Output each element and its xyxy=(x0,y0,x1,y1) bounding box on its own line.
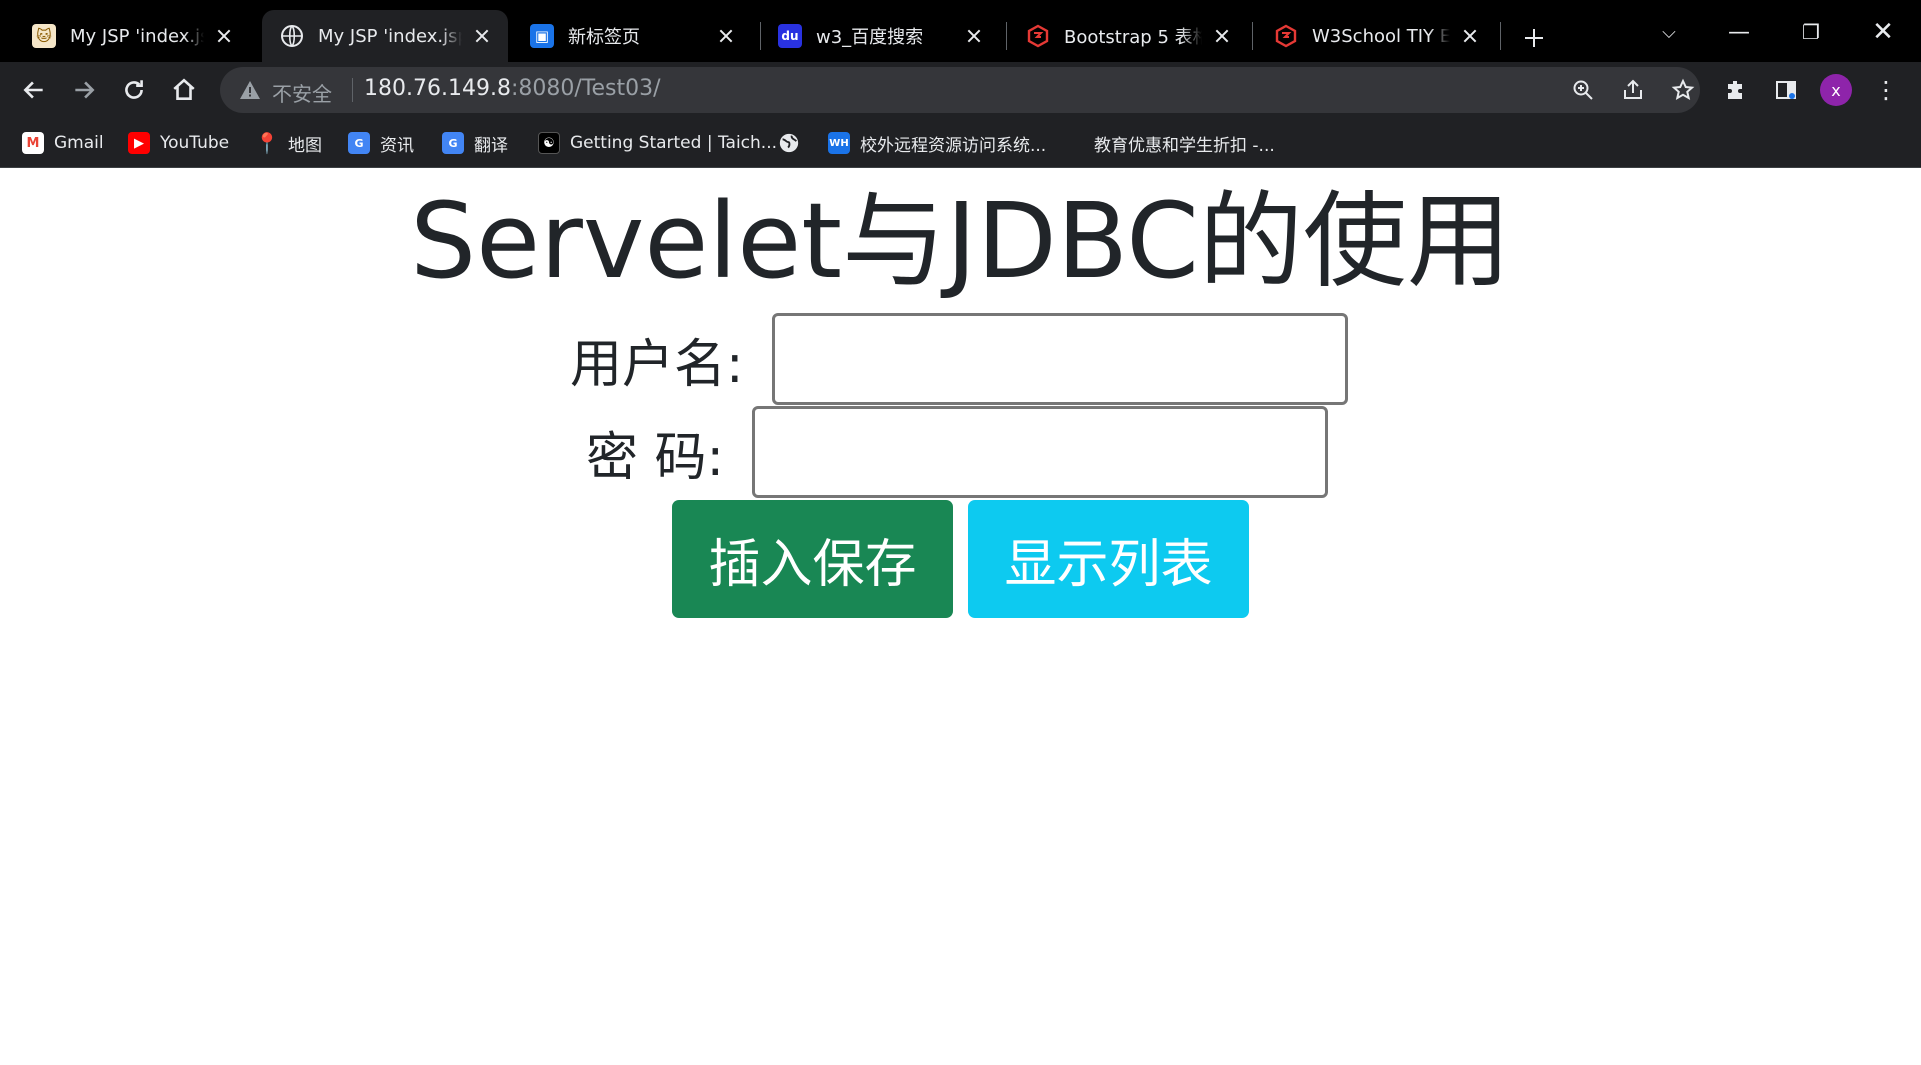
bookmark-taichi[interactable]: ☯ Getting Started | Taich... xyxy=(538,128,777,158)
insert-save-button[interactable]: 插入保存 xyxy=(672,500,953,618)
tab-bootstrap-table[interactable]: Bootstrap 5 表格 xyxy=(1008,10,1248,62)
tab-strip: 🐱 My JSP 'index.jsp' st My JSP 'index.js… xyxy=(0,0,1921,62)
tab-baidu-search[interactable]: du w3_百度搜索 xyxy=(760,10,1000,62)
close-window-icon[interactable]: ✕ xyxy=(1858,12,1908,52)
apple-icon xyxy=(1062,132,1084,154)
tab-title: My JSP 'index.jsp' st xyxy=(318,25,462,47)
taichi-icon: ☯ xyxy=(538,132,560,154)
restore-icon[interactable]: ❐ xyxy=(1786,12,1836,52)
bookmark-label: 地图 xyxy=(288,135,322,156)
tab-index-jsp-1[interactable]: 🐱 My JSP 'index.jsp' st xyxy=(14,10,250,62)
bookmark-label: 资讯 xyxy=(380,135,414,156)
browser-toolbar: 不安全 180.76.149.8:8080/Test03/ x ⋮ xyxy=(0,62,1921,118)
bookmark-remote-access[interactable]: WH 校外远程资源访问系统... xyxy=(828,128,1046,158)
close-tab-icon[interactable] xyxy=(212,24,236,48)
tab-separator xyxy=(1252,22,1253,50)
password-label: 密 码: xyxy=(586,427,725,488)
url-path: :8080/Test03/ xyxy=(510,76,661,101)
tab-new-tab[interactable]: ▣ 新标签页 xyxy=(512,10,752,62)
bookmark-gmail[interactable]: M Gmail xyxy=(22,128,104,158)
page-title: Servelet与JDBC的使用 xyxy=(410,180,1511,302)
address-bar[interactable]: 不安全 180.76.149.8:8080/Test03/ xyxy=(220,67,1700,113)
tab-title: Bootstrap 5 表格 xyxy=(1064,27,1202,48)
url-host: 180.76.149.8 xyxy=(364,76,511,101)
tab-w3school-tiy[interactable]: W3School TIY Edito xyxy=(1256,10,1496,62)
bookmark-maps[interactable]: 📍 地图 xyxy=(254,128,322,158)
globe-icon xyxy=(778,132,800,154)
bookmark-label: 教育优惠和学生折扣 -... xyxy=(1094,135,1275,156)
gmail-icon: M xyxy=(22,132,44,154)
bookmark-globe[interactable] xyxy=(778,128,810,158)
share-icon[interactable] xyxy=(1616,73,1650,107)
page-content: Servelet与JDBC的使用 用户名: 密 码: 插入保存 显示列表 xyxy=(0,169,1921,1065)
password-input[interactable] xyxy=(752,406,1329,498)
address-divider xyxy=(352,78,353,102)
back-arrow-icon[interactable] xyxy=(14,70,54,110)
translate-icon: G xyxy=(442,132,464,154)
bookmark-translate[interactable]: G 翻译 xyxy=(442,128,508,158)
tab-title: 新标签页 xyxy=(568,27,640,48)
bookmark-apple-edu[interactable]: 教育优惠和学生折扣 -... xyxy=(1062,128,1275,158)
url-text[interactable]: 180.76.149.8:8080/Test03/ xyxy=(364,76,661,101)
minimize-icon[interactable]: — xyxy=(1714,12,1764,52)
bookmark-news[interactable]: G 资讯 xyxy=(348,128,414,158)
tomcat-icon: 🐱 xyxy=(32,24,56,48)
username-row: 用户名: xyxy=(570,313,1348,405)
tab-separator xyxy=(1006,22,1007,50)
w3school-icon xyxy=(1274,24,1298,48)
menu-dots-icon[interactable]: ⋮ xyxy=(1866,70,1906,110)
bookmark-youtube[interactable]: ▶ YouTube xyxy=(128,128,229,158)
zoom-icon[interactable] xyxy=(1566,73,1600,107)
side-panel-icon[interactable] xyxy=(1766,70,1806,110)
maps-icon: 📍 xyxy=(254,131,280,155)
password-row: 密 码: xyxy=(586,406,1329,498)
baidu-icon: du xyxy=(778,24,802,48)
username-label: 用户名: xyxy=(570,334,744,395)
close-tab-icon[interactable] xyxy=(962,24,986,48)
warning-icon[interactable] xyxy=(238,78,262,102)
bookmark-label: 校外远程资源访问系统... xyxy=(860,135,1047,156)
bookmark-label: 翻译 xyxy=(474,135,508,156)
bookmark-label: YouTube xyxy=(160,133,230,153)
new-tab-button[interactable] xyxy=(1516,20,1552,56)
bookmark-label: Gmail xyxy=(54,133,104,153)
new-tab-icon: ▣ xyxy=(530,24,554,48)
wh-icon: WH xyxy=(828,132,850,154)
w3school-icon xyxy=(1026,24,1050,48)
close-tab-icon[interactable] xyxy=(714,24,738,48)
tab-separator xyxy=(1500,22,1501,50)
extensions-icon[interactable] xyxy=(1716,70,1756,110)
tab-title: w3_百度搜索 xyxy=(816,27,924,48)
bookmark-label: Getting Started | Taich... xyxy=(570,133,778,153)
tab-title: My JSP 'index.jsp' st xyxy=(70,25,204,47)
bookmark-star-icon[interactable] xyxy=(1666,73,1700,107)
show-list-button[interactable]: 显示列表 xyxy=(968,500,1249,618)
bookmarks-bar: M Gmail ▶ YouTube 📍 地图 G 资讯 G 翻译 ☯ Getti… xyxy=(0,118,1921,168)
reload-icon[interactable] xyxy=(114,70,154,110)
security-label[interactable]: 不安全 xyxy=(272,78,332,107)
close-tab-icon[interactable] xyxy=(1458,24,1482,48)
youtube-icon: ▶ xyxy=(128,132,150,154)
close-tab-icon[interactable] xyxy=(470,24,494,48)
globe-icon xyxy=(280,24,304,48)
home-icon[interactable] xyxy=(164,70,204,110)
profile-avatar[interactable]: x xyxy=(1820,74,1852,106)
tab-index-jsp-2[interactable]: My JSP 'index.jsp' st xyxy=(262,10,508,62)
username-input[interactable] xyxy=(771,313,1348,405)
tab-title: W3School TIY Edito xyxy=(1312,25,1450,47)
close-tab-icon[interactable] xyxy=(1210,24,1234,48)
news-icon: G xyxy=(348,132,370,154)
tab-search-chevron-icon[interactable]: ⌵ xyxy=(1644,12,1694,52)
forward-arrow-icon[interactable] xyxy=(64,70,104,110)
